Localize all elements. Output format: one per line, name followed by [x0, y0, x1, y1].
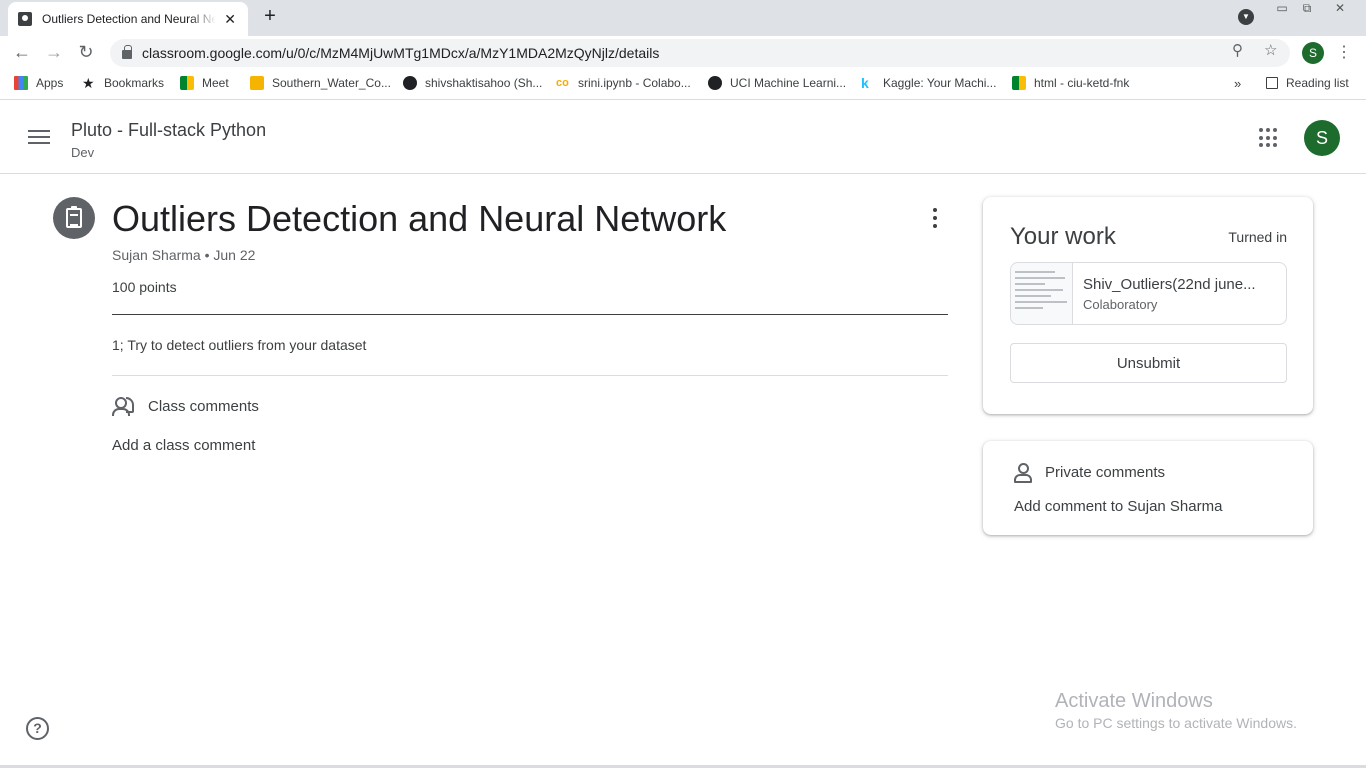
attachment-thumbnail [1011, 263, 1073, 324]
classroom-header: Pluto - Full-stack Python Dev S [0, 102, 1366, 174]
class-comments-header: Class comments [112, 396, 259, 416]
globe-icon [708, 76, 722, 90]
apps-grid-icon [14, 76, 28, 90]
meet-icon [1012, 76, 1026, 90]
reading-list-button[interactable]: Reading list [1266, 76, 1349, 90]
tab-title: Outliers Detection and Neural Network [42, 12, 217, 26]
kaggle-icon: k [861, 75, 869, 91]
forward-arrow-icon[interactable]: → [42, 40, 66, 64]
reload-icon[interactable]: ↻ [74, 40, 98, 64]
url-text: classroom.google.com/u/0/c/MzM4MjUwMTg1M… [142, 45, 660, 61]
bookmark-github[interactable]: shivshaktisahoo (Sh... [403, 76, 542, 90]
slides-icon [250, 76, 264, 90]
google-apps-icon[interactable] [1259, 128, 1279, 148]
browser-toolbar: ← → ↻ classroom.google.com/u/0/c/MzM4MjU… [0, 36, 1366, 68]
reading-list-icon [1266, 77, 1278, 89]
attachment-name: Shiv_Outliers(22nd june... [1083, 276, 1256, 293]
divider [112, 314, 948, 315]
browser-profile-avatar[interactable]: S [1302, 42, 1324, 64]
class-name[interactable]: Pluto - Full-stack Python [71, 120, 266, 141]
bookmark-label: Bookmarks [104, 76, 165, 90]
bookmark-label: srini.ipynb - Colabo... [578, 76, 691, 90]
bookmark-label: Kaggle: Your Machi... [883, 76, 997, 90]
star-icon: ★ [82, 75, 95, 91]
your-work-heading: Your work [1010, 223, 1116, 250]
new-tab-button[interactable]: + [259, 6, 281, 28]
main-menu-icon[interactable] [28, 128, 50, 146]
classroom-favicon-icon [18, 12, 32, 26]
bookmark-kaggle[interactable]: k Kaggle: Your Machi... [861, 76, 996, 90]
add-class-comment-button[interactable]: Add a class comment [112, 437, 255, 454]
attachment-item[interactable]: Shiv_Outliers(22nd june... Colaboratory [1010, 262, 1287, 325]
bookmark-html[interactable]: html - ciu-ketd-fnk [1012, 76, 1129, 90]
unsubmit-button[interactable]: Unsubmit [1010, 343, 1287, 383]
bookmark-label: UCI Machine Learni... [730, 76, 847, 90]
class-section: Dev [71, 145, 95, 160]
bookmark-meet[interactable]: Meet [180, 76, 229, 90]
bookmarks-overflow-icon[interactable]: » [1234, 76, 1241, 91]
back-arrow-icon[interactable]: ← [10, 40, 34, 64]
minimize-window-icon[interactable]: ▭ [1268, 0, 1296, 18]
account-avatar[interactable]: S [1304, 120, 1340, 156]
bookmark-colab[interactable]: co srini.ipynb - Colabo... [556, 76, 691, 90]
bookmark-label: html - ciu-ketd-fnk [1034, 76, 1130, 90]
bookmark-apps[interactable]: Apps [14, 76, 63, 90]
close-window-icon[interactable]: ✕ [1326, 0, 1354, 18]
github-icon [403, 76, 417, 90]
bookmark-uci[interactable]: UCI Machine Learni... [708, 76, 846, 90]
bookmark-label: Southern_Water_Co... [272, 76, 391, 90]
private-comments-label: Private comments [1045, 463, 1166, 481]
add-private-comment-button[interactable]: Add comment to Sujan Sharma [1014, 498, 1222, 515]
bookmarks-bar: Apps ★ Bookmarks Meet Southern_Water_Co.… [0, 68, 1366, 100]
assignment-instructions: 1; Try to detect outliers from your data… [112, 337, 367, 353]
browser-tab-active[interactable]: Outliers Detection and Neural Network ✕ [8, 2, 248, 36]
bookmark-label: Apps [36, 76, 64, 90]
divider [112, 375, 948, 376]
tab-close-icon[interactable]: ✕ [222, 11, 238, 28]
browser-tab-strip: Outliers Detection and Neural Network ✕ … [0, 0, 1366, 36]
tab-search-icon[interactable]: ▼ [1238, 9, 1254, 25]
bookmark-label: Meet [202, 76, 229, 90]
private-comments-header: Private comments [1014, 463, 1166, 483]
bookmark-label: shivshaktisahoo (Sh... [425, 76, 543, 90]
help-icon[interactable]: ? [26, 717, 49, 740]
restore-window-icon[interactable]: ⧉ [1293, 0, 1321, 18]
activate-windows-subtitle: Go to PC settings to activate Windows. [1055, 715, 1297, 731]
person-icon [1014, 463, 1032, 483]
people-icon [112, 396, 136, 416]
assignment-title: Outliers Detection and Neural Network [112, 198, 727, 239]
your-work-card: Your work Turned in Shiv_Outliers(22nd j… [983, 197, 1313, 414]
bookmark-star-icon[interactable]: ☆ [1264, 41, 1277, 59]
more-options-icon[interactable] [925, 206, 945, 230]
bookmark-bookmarks[interactable]: ★ Bookmarks [82, 76, 164, 90]
bookmark-southern-water[interactable]: Southern_Water_Co... [250, 76, 391, 90]
zoom-icon[interactable]: ⚲ [1232, 41, 1243, 59]
private-comments-card: Private comments Add comment to Sujan Sh… [983, 441, 1313, 535]
lock-icon [122, 45, 132, 59]
assignment-meta: Sujan Sharma • Jun 22 [112, 247, 256, 263]
activate-windows-title: Activate Windows [1055, 690, 1213, 712]
class-comments-label: Class comments [148, 397, 259, 415]
address-bar[interactable]: classroom.google.com/u/0/c/MzM4MjUwMTg1M… [110, 39, 1290, 67]
meet-icon [180, 76, 194, 90]
browser-menu-icon[interactable]: ⋮ [1336, 42, 1352, 62]
assignment-clipboard-icon [53, 197, 95, 239]
attachment-type: Colaboratory [1083, 297, 1158, 312]
colab-icon: co [556, 77, 569, 89]
reading-list-label: Reading list [1286, 76, 1349, 90]
submission-status: Turned in [1228, 229, 1287, 245]
assignment-points: 100 points [112, 279, 177, 295]
